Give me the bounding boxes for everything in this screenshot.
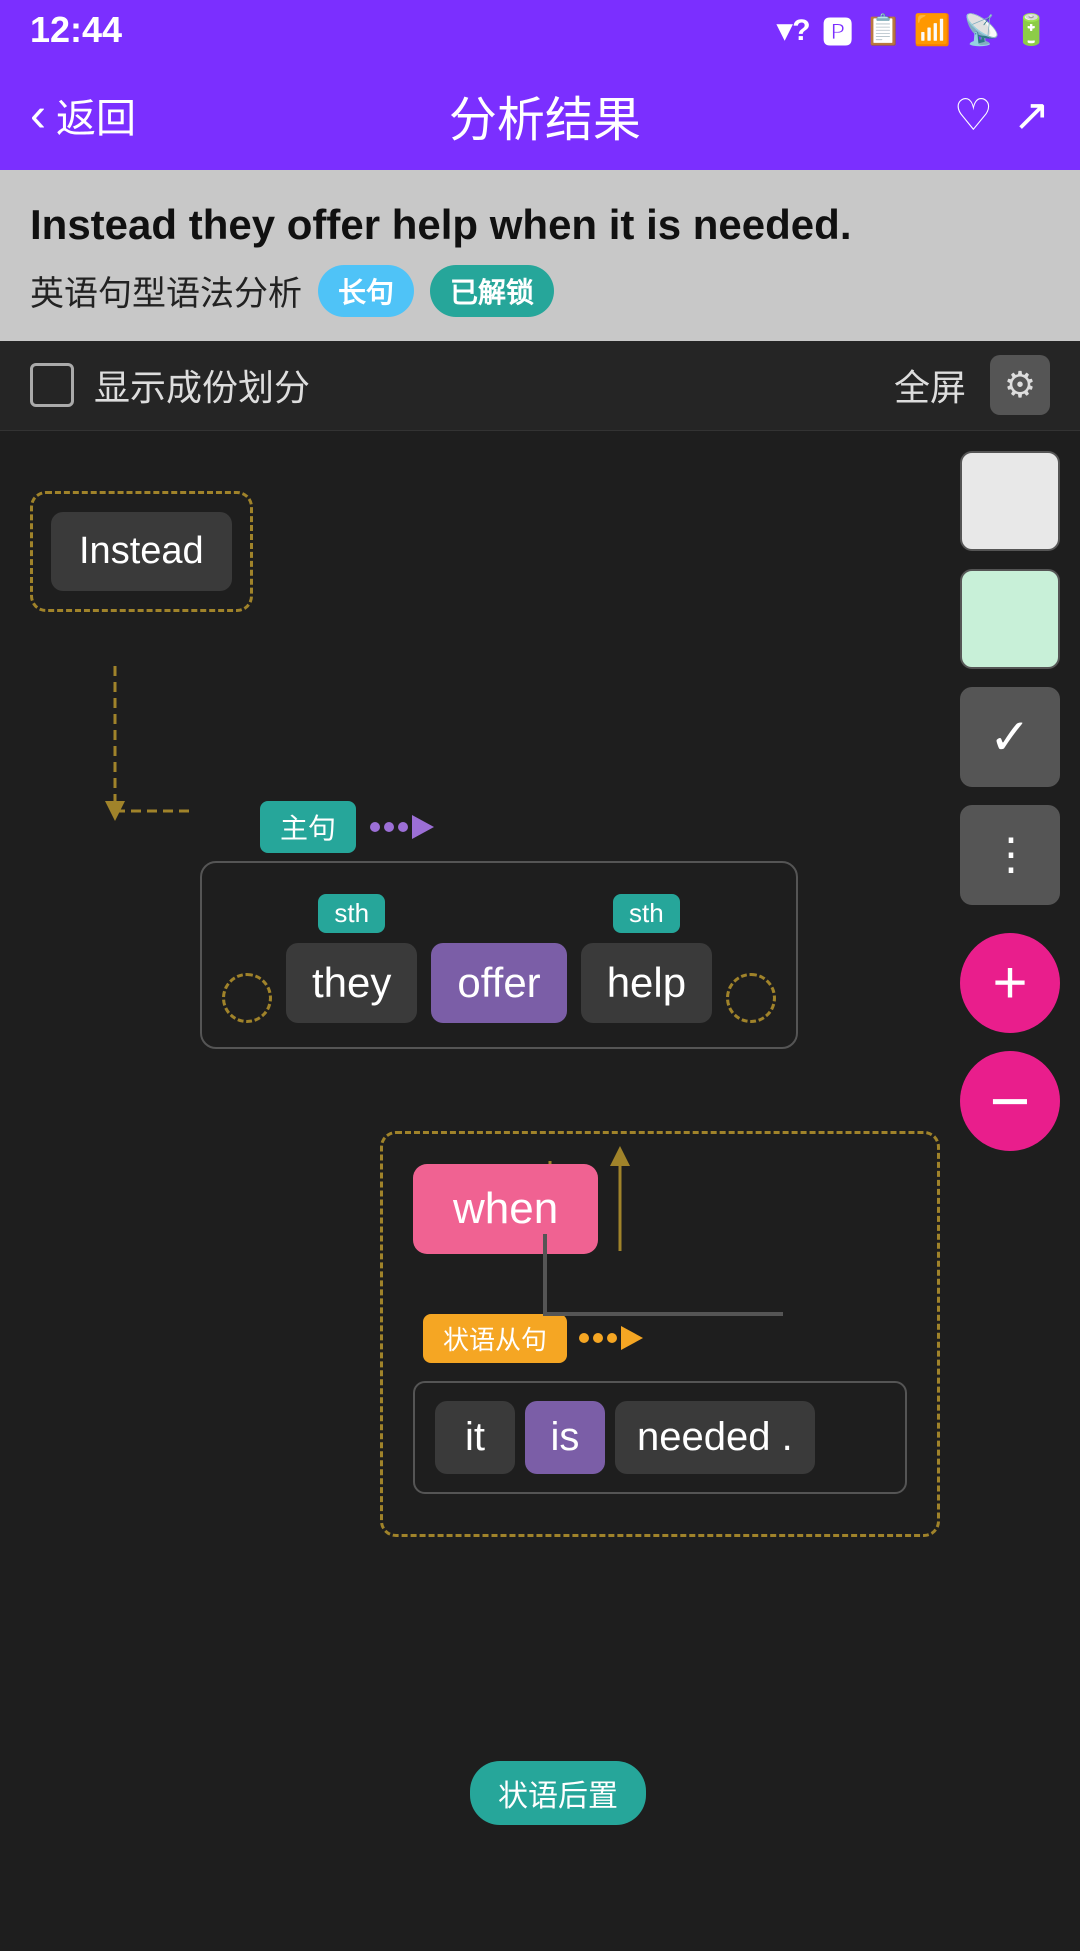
- plus-icon: +: [992, 948, 1027, 1017]
- dots-swatch[interactable]: ⋮: [960, 805, 1060, 905]
- placeholder-left: [222, 973, 272, 1023]
- status-bar: 12:44 ▾? 🅿 📋 📶 📡 🔋: [0, 0, 1080, 60]
- sim-icon: 📋: [865, 13, 902, 48]
- connector-step-h: [543, 1312, 783, 1316]
- sub-clause-wrapper: when 状语从句 it is needed .: [380, 1131, 940, 1537]
- sth-tag-1: sth: [318, 894, 385, 933]
- zoom-out-button[interactable]: −: [960, 1051, 1060, 1151]
- sth-tag-2: sth: [613, 894, 680, 933]
- adv-postfix-container: 状语后置: [430, 1721, 646, 1825]
- controls-bar: 显示成份划分 全屏 ⚙: [0, 341, 1080, 431]
- share-button[interactable]: ↗: [1013, 90, 1050, 141]
- main-clause-box: sth they offer sth help: [200, 861, 798, 1049]
- when-word[interactable]: when: [413, 1164, 598, 1254]
- placeholder-right: [726, 973, 776, 1023]
- wifi-icon: 📶: [914, 13, 951, 48]
- they-word-group: sth they: [286, 894, 417, 1023]
- back-label: 返回: [56, 86, 136, 144]
- show-parts-checkbox[interactable]: [30, 363, 74, 407]
- show-parts-label: 显示成份划分: [94, 359, 310, 411]
- parking-icon: 🅿: [823, 8, 853, 52]
- sentence-text: Instead they offer help when it is neede…: [30, 198, 1050, 253]
- page-title: 分析结果: [449, 80, 641, 150]
- help-word[interactable]: help: [581, 943, 712, 1023]
- signal-icon: 📡: [963, 13, 1000, 48]
- status-icons: ▾? 🅿 📋 📶 📡 🔋: [777, 8, 1050, 52]
- nav-actions: ♡ ↗: [954, 90, 1050, 141]
- analysis-label: 英语句型语法分析: [30, 266, 302, 315]
- dots-icon: ⋮: [989, 829, 1031, 880]
- white-swatch[interactable]: [960, 451, 1060, 551]
- main-clause-label: 主句: [260, 801, 434, 853]
- offer-word-group: offer: [431, 887, 566, 1023]
- sub-clause-tag: 状语从句: [423, 1314, 567, 1363]
- gear-icon: ⚙: [1004, 364, 1036, 406]
- long-sentence-badge: 长句: [318, 265, 414, 317]
- sub-clause-label: 状语从句: [423, 1314, 907, 1363]
- instead-word: Instead: [51, 512, 232, 591]
- checkbox-area: 显示成份划分: [30, 359, 310, 411]
- main-clause-arrow: [370, 815, 434, 839]
- sentence-header: Instead they offer help when it is neede…: [0, 170, 1080, 341]
- signal-question-icon: ▾?: [777, 13, 810, 48]
- help-word-group: sth help: [581, 894, 712, 1023]
- it-word[interactable]: it: [435, 1401, 515, 1474]
- battery-icon: 🔋: [1013, 13, 1050, 48]
- minus-icon: −: [990, 1061, 1031, 1141]
- sub-clause-arrow: [579, 1326, 643, 1350]
- main-clause-tag: 主句: [260, 801, 356, 853]
- top-nav: ‹ 返回 分析结果 ♡ ↗: [0, 60, 1080, 170]
- instead-container: Instead: [30, 491, 253, 612]
- zoom-in-button[interactable]: +: [960, 933, 1060, 1033]
- fullscreen-label: 全屏: [894, 359, 966, 411]
- controls-right: 全屏 ⚙: [894, 355, 1050, 415]
- connector-step-v: [543, 1234, 547, 1314]
- time: 12:44: [30, 9, 122, 51]
- checkmark-icon: ✓: [989, 708, 1031, 766]
- adv-postfix-tag: 状语后置: [470, 1761, 646, 1825]
- check-swatch[interactable]: ✓: [960, 687, 1060, 787]
- side-palette: ✓ ⋮ + −: [960, 451, 1060, 1151]
- unlocked-badge: 已解锁: [430, 265, 554, 317]
- is-word[interactable]: is: [525, 1401, 605, 1474]
- main-canvas: ✓ ⋮ + − Instead 主句: [0, 431, 1080, 1951]
- back-chevron-icon: ‹: [30, 88, 46, 143]
- offer-word[interactable]: offer: [431, 943, 566, 1023]
- like-button[interactable]: ♡: [954, 90, 993, 141]
- needed-word[interactable]: needed .: [615, 1401, 815, 1474]
- sentence-meta: 英语句型语法分析 长句 已解锁: [30, 265, 1050, 317]
- mint-swatch[interactable]: [960, 569, 1060, 669]
- back-button[interactable]: ‹ 返回: [30, 86, 136, 144]
- sub-words-row: it is needed .: [413, 1381, 907, 1494]
- settings-button[interactable]: ⚙: [990, 355, 1050, 415]
- they-word[interactable]: they: [286, 943, 417, 1023]
